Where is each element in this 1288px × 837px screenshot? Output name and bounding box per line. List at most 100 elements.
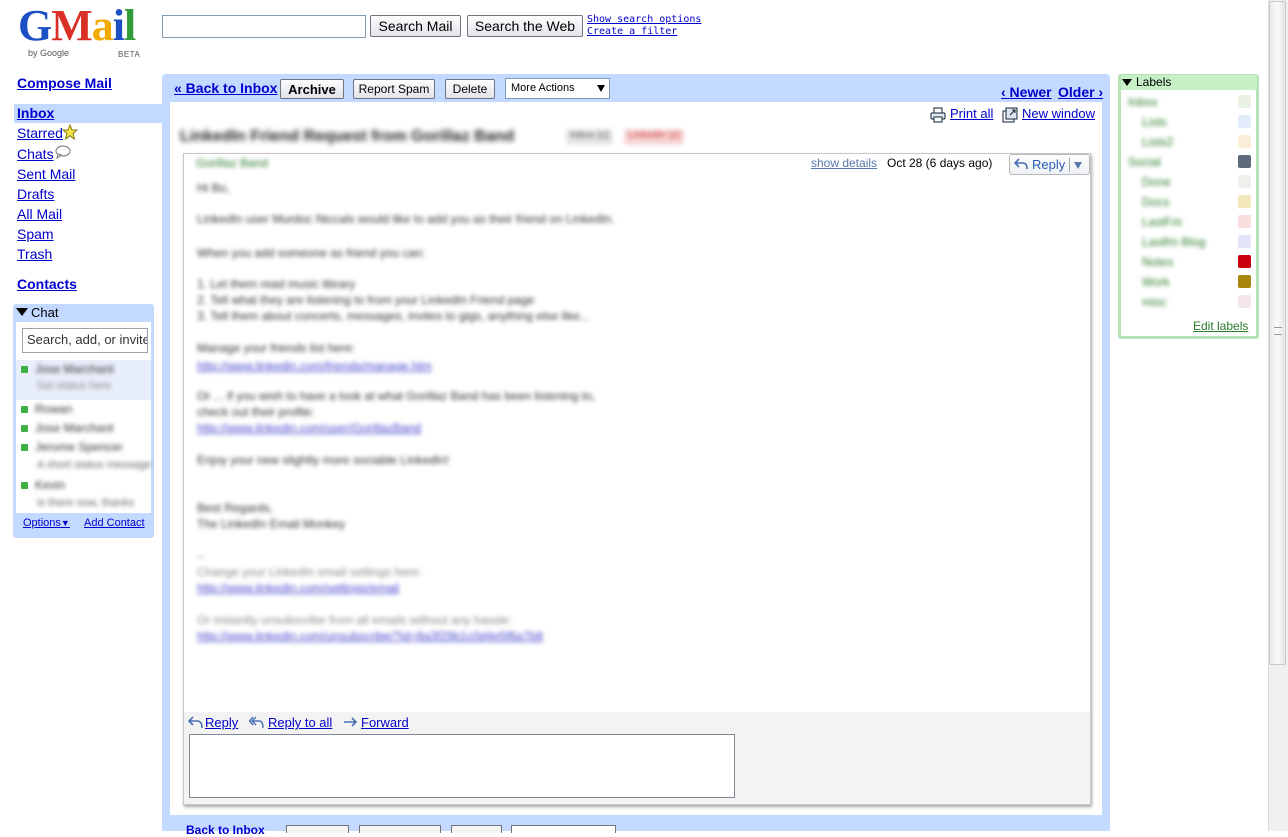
bottom-delete-button[interactable]	[451, 825, 502, 833]
label-color-swatch[interactable]	[1238, 135, 1251, 148]
email-body-line: Change your LinkedIn email settings here…	[197, 565, 422, 579]
label-item[interactable]: Social	[1128, 155, 1161, 169]
footer-reply-link[interactable]: Reply	[205, 715, 238, 730]
chat-options-link[interactable]: Options▼	[23, 517, 70, 529]
archive-button[interactable]: Archive	[280, 79, 344, 99]
report-spam-button[interactable]: Report Spam	[353, 79, 435, 99]
bottom-more-actions-select[interactable]	[511, 825, 616, 833]
label-item[interactable]: Inbox	[1128, 95, 1157, 109]
forward-arrow-icon	[344, 717, 358, 727]
contacts-link[interactable]: Contacts	[17, 276, 77, 292]
chat-self-status-text[interactable]: Set status here	[37, 380, 111, 392]
label-item[interactable]: Notes	[1142, 255, 1173, 269]
label-item[interactable]: Docs	[1142, 195, 1169, 209]
chat-contact[interactable]: Jose Marchant	[35, 421, 114, 435]
bottom-back-to-inbox[interactable]: Back to Inbox	[186, 823, 265, 837]
label-color-swatch[interactable]	[1238, 295, 1251, 308]
logo-beta: BETA	[118, 50, 141, 59]
label-color-swatch[interactable]	[1238, 115, 1251, 128]
email-body-link[interactable]: http://www.linkedin.com/user/GorillazBan…	[197, 421, 421, 435]
new-window-link[interactable]: New window	[1022, 106, 1095, 121]
email-body-link[interactable]: http://www.linkedin.com/unsubscribe/?id=…	[197, 629, 543, 643]
more-actions-label: More Actions	[511, 82, 575, 94]
chat-contact[interactable]: Kevin	[35, 478, 65, 492]
search-input[interactable]	[162, 15, 366, 38]
more-actions-select[interactable]: More Actions	[505, 78, 610, 99]
quick-reply-textarea[interactable]	[189, 734, 735, 798]
sender-name[interactable]: Gorillaz Band	[196, 156, 268, 170]
edit-labels-link[interactable]: Edit labels	[1193, 319, 1248, 333]
message-date: Oct 28 (6 days ago)	[887, 156, 993, 170]
label-item[interactable]: misc	[1142, 295, 1167, 309]
label-color-swatch[interactable]	[1238, 255, 1251, 268]
gmail-logo[interactable]: GMail by Google BETA	[18, 1, 154, 62]
nav-item-inbox[interactable]: Inbox	[14, 104, 162, 123]
email-body-line: Enjoy your new slightly more sociable Li…	[197, 453, 450, 467]
label-item[interactable]: Lists	[1142, 115, 1167, 129]
label-color-swatch[interactable]	[1238, 95, 1251, 108]
search-mail-button[interactable]: Search Mail	[370, 15, 461, 37]
older-link[interactable]: Older ›	[1058, 84, 1103, 100]
show-search-options-link[interactable]: Show search options	[587, 14, 701, 25]
back-to-inbox-link[interactable]: « Back to Inbox	[174, 80, 277, 96]
reply-button-label[interactable]: Reply	[1032, 157, 1065, 172]
label-color-swatch[interactable]	[1238, 195, 1251, 208]
reply-menu-dropdown-icon[interactable]	[1074, 162, 1082, 169]
print-all-link[interactable]: Print all	[950, 106, 993, 121]
presence-online-icon	[21, 406, 28, 413]
reply-all-arrow-icon	[249, 716, 264, 729]
scrollbar-grip-icon	[1274, 327, 1282, 335]
label-tag[interactable]: LinkedIn (x)	[624, 129, 685, 145]
nav-item-starred[interactable]: Starred	[17, 125, 63, 141]
chat-title[interactable]: Chat	[31, 305, 58, 320]
reply-arrow-icon	[1014, 158, 1028, 170]
create-filter-link[interactable]: Create a filter	[587, 26, 677, 37]
newer-link[interactable]: ‹ Newer	[1001, 84, 1052, 100]
footer-reply-all-link[interactable]: Reply to all	[268, 715, 332, 730]
nav-item-trash[interactable]: Trash	[17, 246, 52, 262]
nav-item-all-mail[interactable]: All Mail	[17, 206, 62, 222]
delete-button[interactable]: Delete	[445, 79, 495, 99]
email-body-line: check out their profile:	[197, 405, 315, 419]
label-item[interactable]: Done	[1142, 175, 1171, 189]
label-color-swatch[interactable]	[1238, 235, 1251, 248]
email-subject: LinkedIn Friend Request from Gorillaz Ba…	[180, 128, 515, 145]
footer-forward-link[interactable]: Forward	[361, 715, 409, 730]
label-color-swatch[interactable]	[1238, 175, 1251, 188]
bottom-archive-button[interactable]	[286, 825, 349, 833]
reply-arrow-icon	[188, 716, 203, 729]
label-item[interactable]: LastFm	[1142, 215, 1182, 229]
label-color-swatch[interactable]	[1238, 275, 1251, 288]
email-body-link[interactable]: http://www.linkedin.com/settings/email	[197, 581, 399, 595]
nav-item-drafts[interactable]: Drafts	[17, 186, 54, 202]
email-body-line: Best Regards,	[197, 501, 274, 515]
labels-collapse-icon[interactable]	[1122, 79, 1132, 86]
label-item[interactable]: Work	[1142, 275, 1170, 289]
chat-options-label[interactable]: Options	[23, 517, 61, 529]
add-contact-link[interactable]: Add Contact	[84, 517, 145, 529]
nav-inbox-label[interactable]: Inbox	[17, 105, 54, 121]
new-window-icon[interactable]	[1002, 107, 1018, 123]
presence-online-icon	[21, 425, 28, 432]
label-item[interactable]: Lastfm Blog	[1142, 235, 1205, 249]
nav-item-sent-mail[interactable]: Sent Mail	[17, 166, 75, 182]
chat-collapse-icon[interactable]	[16, 308, 28, 316]
compose-mail-link[interactable]: Compose Mail	[17, 75, 112, 91]
label-color-swatch[interactable]	[1238, 155, 1251, 168]
star-icon	[62, 124, 78, 140]
label-tag[interactable]: Inbox (x)	[566, 129, 613, 145]
nav-item-spam[interactable]: Spam	[17, 226, 54, 242]
email-body-link[interactable]: http://www.linkedin.com/friends/manage.h…	[197, 359, 432, 373]
chat-contact[interactable]: Rowan	[35, 402, 72, 416]
show-details-link[interactable]: show details	[811, 156, 877, 170]
label-item[interactable]: Lists2	[1142, 135, 1173, 149]
chat-search-input[interactable]: Search, add, or invite	[22, 328, 148, 353]
print-icon[interactable]	[930, 107, 946, 123]
label-color-swatch[interactable]	[1238, 215, 1251, 228]
bottom-report-spam-button[interactable]	[359, 825, 441, 833]
search-web-button[interactable]: Search the Web	[467, 15, 583, 37]
chat-contact[interactable]: Jerome Spencer	[35, 440, 123, 454]
labels-title[interactable]: Labels	[1136, 75, 1171, 89]
nav-item-chats[interactable]: Chats	[17, 146, 54, 162]
presence-online-icon	[21, 482, 28, 489]
